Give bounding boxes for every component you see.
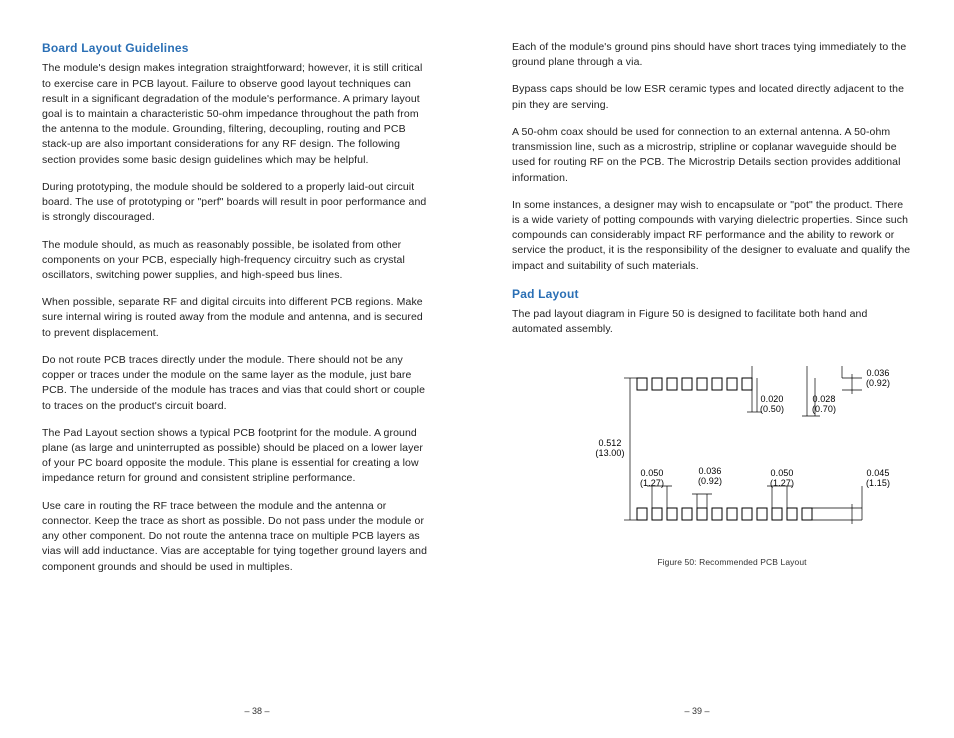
body-text: A 50-ohm coax should be used for connect… xyxy=(512,125,912,186)
body-text: The pad layout diagram in Figure 50 is d… xyxy=(512,307,912,337)
right-column: Each of the module's ground pins should … xyxy=(470,0,954,738)
body-text: In some instances, a designer may wish t… xyxy=(512,198,912,274)
svg-text:0.050: 0.050 xyxy=(770,468,793,478)
svg-text:(0.92): (0.92) xyxy=(698,476,722,486)
svg-text:(0.70): (0.70) xyxy=(812,404,836,414)
body-text: Do not route PCB traces directly under t… xyxy=(42,353,428,414)
svg-text:(1.15): (1.15) xyxy=(866,478,890,488)
heading-pad-layout: Pad Layout xyxy=(512,286,912,303)
svg-text:0.050: 0.050 xyxy=(640,468,663,478)
svg-text:0.045: 0.045 xyxy=(866,468,889,478)
body-text: Use care in routing the RF trace between… xyxy=(42,499,428,575)
body-text: The module's design makes integration st… xyxy=(42,61,428,168)
left-column: Board Layout Guidelines The module's des… xyxy=(0,0,470,738)
svg-text:0.036: 0.036 xyxy=(698,466,721,476)
svg-text:0.512: 0.512 xyxy=(598,438,621,448)
figure-caption: Figure 50: Recommended PCB Layout xyxy=(552,556,912,568)
svg-text:(0.92): (0.92) xyxy=(866,378,890,388)
heading-board-layout: Board Layout Guidelines xyxy=(42,40,428,57)
body-text: The module should, as much as reasonably… xyxy=(42,238,428,284)
svg-text:(0.50): (0.50) xyxy=(760,404,784,414)
body-text: Bypass caps should be low ESR ceramic ty… xyxy=(512,82,912,112)
svg-text:(1.27): (1.27) xyxy=(640,478,664,488)
pad-row-bottom xyxy=(637,508,812,520)
page-number-left: – 38 – xyxy=(237,706,277,716)
svg-text:(13.00): (13.00) xyxy=(595,448,624,458)
pad-row-top xyxy=(637,378,752,390)
body-text: During prototyping, the module should be… xyxy=(42,180,428,226)
body-text: The Pad Layout section shows a typical P… xyxy=(42,426,428,487)
body-text: Each of the module's ground pins should … xyxy=(512,40,912,70)
body-text: When possible, separate RF and digital c… xyxy=(42,295,428,341)
page-number-right: – 39 – xyxy=(677,706,717,716)
figure-pad-layout: 0.020 (0.50) 0.028 (0.70) 0.036 (0.92) 0… xyxy=(552,356,912,568)
svg-text:0.020: 0.020 xyxy=(760,394,783,404)
svg-text:(1.27): (1.27) xyxy=(770,478,794,488)
svg-text:0.036: 0.036 xyxy=(866,368,889,378)
svg-text:0.028: 0.028 xyxy=(812,394,835,404)
